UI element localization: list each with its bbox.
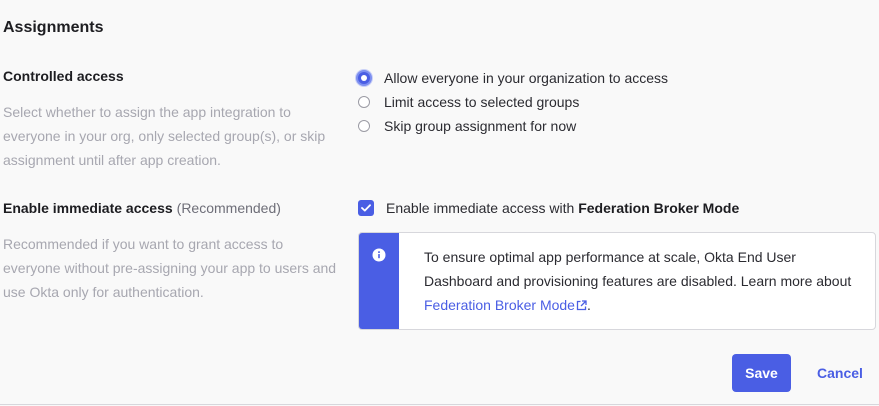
controlled-access-label: Controlled access [3,68,124,84]
callout-body: To ensure optimal app performance at sca… [424,249,852,289]
immediate-access-help: Recommended if you want to grant access … [3,236,337,300]
controlled-access-help: Select whether to assign the app integra… [3,104,326,168]
federation-broker-mode-link[interactable]: Federation Broker Mode [424,297,587,313]
cancel-button[interactable]: Cancel [808,354,872,392]
recommended-tag: (Recommended) [176,200,281,216]
info-icon [372,248,386,262]
checkbox-checked[interactable] [358,200,374,216]
link-text: Federation Broker Mode [424,297,575,313]
external-link-icon [576,300,587,311]
divider [0,404,879,405]
callout-accent-bar [359,233,399,329]
callout-suffix: . [586,297,591,313]
radio-label: Limit access to selected groups [384,94,580,110]
immediate-access-title: Enable immediate access [3,200,173,216]
checkbox-label-prefix: Enable immediate access with [386,200,579,216]
checkmark-icon [361,204,371,212]
radio-button[interactable] [358,96,370,108]
radio-option-limit-groups[interactable]: Limit access to selected groups [358,90,668,114]
checkbox-label-bold: Federation Broker Mode [578,200,740,216]
callout-text: To ensure optimal app performance at sca… [399,233,875,329]
assignments-page: Assignments Controlled access Select whe… [0,0,879,406]
info-callout: To ensure optimal app performance at sca… [358,232,876,330]
section-title: Assignments [3,19,104,36]
radio-label: Allow everyone in your organization to a… [384,70,669,86]
radio-option-allow-everyone[interactable]: Allow everyone in your organization to a… [356,66,669,90]
radio-option-skip-assignment[interactable]: Skip group assignment for now [358,114,668,138]
controlled-access-radio-group: Allow everyone in your organization to a… [356,66,669,138]
radio-label: Skip group assignment for now [384,118,577,134]
save-button[interactable]: Save [732,354,791,392]
immediate-access-label: Enable immediate access (Recommended) [3,200,281,216]
radio-button-checked[interactable] [356,70,372,86]
checkbox-label: Enable immediate access with Federation … [386,200,739,216]
immediate-access-checkbox-row[interactable]: Enable immediate access with Federation … [358,198,739,218]
radio-button[interactable] [358,120,370,132]
